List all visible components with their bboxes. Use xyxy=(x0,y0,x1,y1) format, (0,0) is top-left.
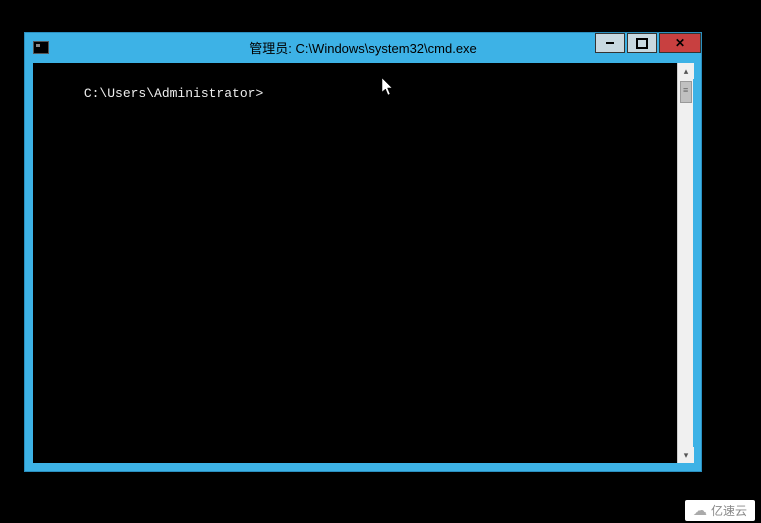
prompt-text: C:\Users\Administrator> xyxy=(84,86,263,101)
watermark-text: 亿速云 xyxy=(711,502,747,519)
titlebar[interactable]: 管理员: C:\Windows\system32\cmd.exe xyxy=(25,33,701,61)
scroll-thumb[interactable] xyxy=(680,81,692,103)
window-title: 管理员: C:\Windows\system32\cmd.exe xyxy=(249,38,477,57)
minimize-button[interactable] xyxy=(595,33,625,53)
close-button[interactable] xyxy=(659,33,701,53)
scroll-down-arrow[interactable]: ▾ xyxy=(678,447,694,463)
client-area: C:\Users\Administrator> ▴ ▾ xyxy=(33,63,693,463)
scroll-up-arrow[interactable]: ▴ xyxy=(678,63,694,79)
vertical-scrollbar[interactable]: ▴ ▾ xyxy=(677,63,693,463)
watermark: ☁ 亿速云 xyxy=(685,500,755,521)
terminal-output[interactable]: C:\Users\Administrator> xyxy=(33,63,677,463)
cmd-window: 管理员: C:\Windows\system32\cmd.exe C:\User… xyxy=(24,32,702,472)
maximize-button[interactable] xyxy=(627,33,657,53)
cmd-icon xyxy=(33,41,49,54)
window-controls xyxy=(593,33,701,53)
cloud-icon: ☁ xyxy=(693,502,707,519)
